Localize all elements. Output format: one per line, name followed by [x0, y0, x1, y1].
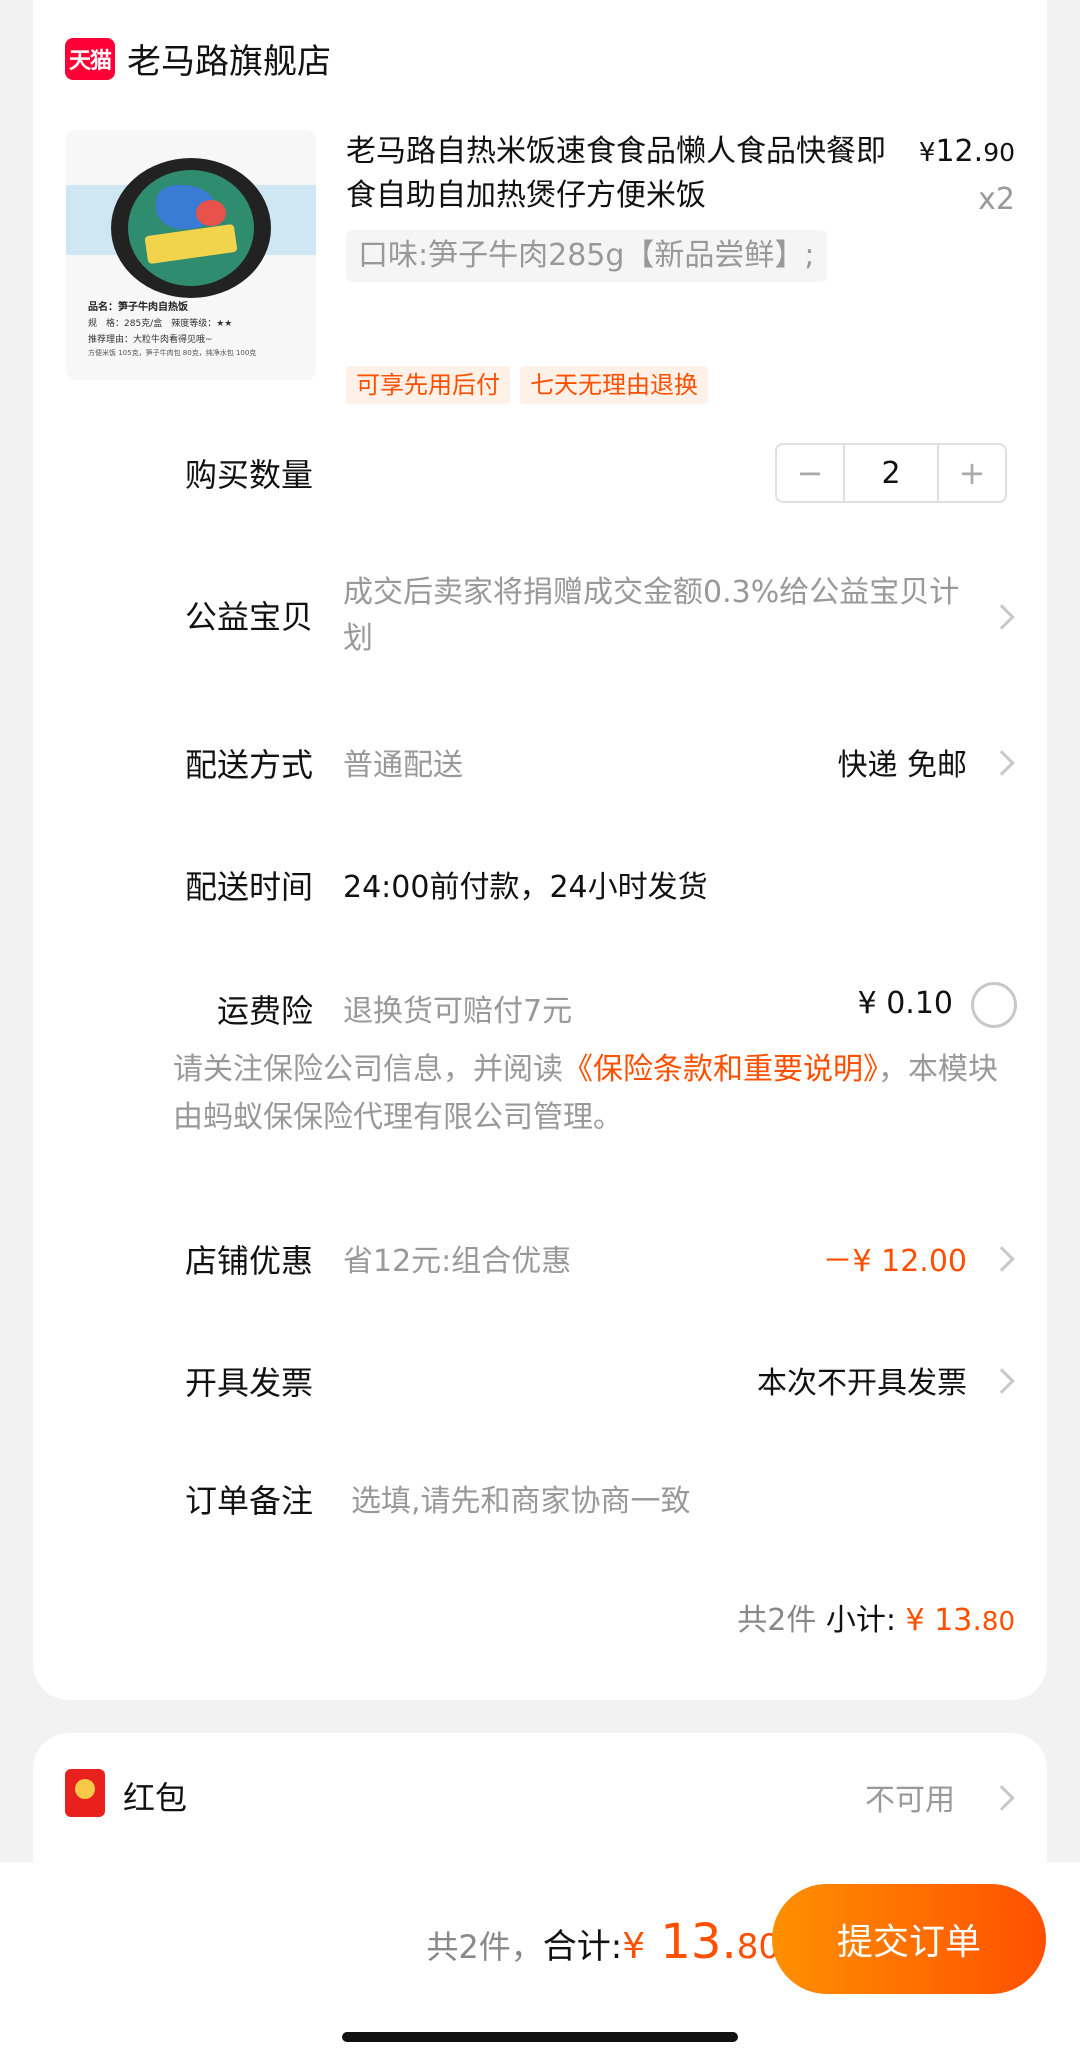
minus-button[interactable]: −: [777, 445, 843, 501]
product-title[interactable]: 老马路自热米饭速食食品懒人食品快餐即食自助自加热煲仔方便米饭: [346, 130, 906, 218]
chevron-right-icon: [989, 750, 1015, 776]
sku-label[interactable]: 口味:笋子牛肉285g【新品尝鲜】;: [346, 230, 827, 282]
chevron-right-icon: [989, 1246, 1015, 1272]
product-quantity: x2: [978, 182, 1015, 217]
chevron-right-icon: [989, 1785, 1015, 1811]
charity-label: 公益宝贝: [184, 598, 313, 636]
checkout-bar: 共2件，合计:¥ 13.80 提交订单: [0, 1862, 1080, 2058]
delivery-right: 快递 免邮: [837, 748, 967, 783]
thumb-text-contents: 方便米饭 105克，笋子牛肉包 80克，纯净水包 100克: [88, 349, 257, 357]
red-packet-status: 不可用: [865, 1783, 955, 1818]
order-card: 天猫 老马路旗舰店 品名：笋子牛肉自热饭 规 格：285克/盒 辣度等级：★★ …: [33, 0, 1047, 1700]
delivery-label: 配送方式: [184, 746, 313, 784]
insurance-label: 运费险: [216, 992, 313, 1030]
tmall-logo: 天猫: [65, 37, 115, 80]
tag-pay-later: 可享先用后付: [346, 366, 510, 404]
discount-amount: －¥ 12.00: [822, 1244, 967, 1279]
submit-order-button[interactable]: 提交订单: [772, 1884, 1046, 1994]
chevron-right-icon: [989, 1368, 1015, 1394]
insurance-terms-link[interactable]: 《保险条款和重要说明》: [563, 1052, 878, 1087]
delivery-value: 普通配送: [343, 748, 463, 783]
insurance-notice: 请关注保险公司信息，并阅读《保险条款和重要说明》，本模块由蚂蚁保保险代理有限公司…: [173, 1052, 998, 1135]
home-indicator[interactable]: [342, 2032, 738, 2042]
store-name: 老马路旗舰店: [127, 42, 331, 82]
store-header[interactable]: 天猫 老马路旗舰店: [65, 34, 331, 83]
charity-value: 成交后卖家将捐赠成交金额0.3%给公益宝贝计划: [343, 575, 960, 656]
thumb-text-reason: 推荐理由：大粒牛肉看得见哦~: [88, 335, 213, 345]
remark-input[interactable]: 选填,请先和商家协商一致: [351, 1476, 691, 1520]
invoice-label: 开具发票: [184, 1364, 313, 1402]
remark-label: 订单备注: [184, 1482, 313, 1520]
red-packet-icon: [65, 1769, 105, 1817]
insurance-radio[interactable]: [971, 982, 1017, 1028]
delivery-time-value: 24:00前付款，24小时发货: [343, 870, 708, 905]
discount-value: 省12元:组合优惠: [343, 1244, 572, 1279]
tag-seven-day-return: 七天无理由退换: [520, 366, 708, 404]
product-price: ¥12.90: [918, 134, 1015, 169]
invoice-value: 本次不开具发票: [757, 1366, 967, 1401]
thumb-text-spec: 规 格：285克/盒 辣度等级：★★: [88, 319, 233, 329]
quantity-label: 购买数量: [184, 456, 313, 494]
subtotal: 共2件 小计: ¥ 13.80: [737, 1603, 1015, 1638]
service-tags: 可享先用后付 七天无理由退换: [346, 366, 708, 404]
plus-button[interactable]: +: [939, 445, 1005, 501]
total-amount: 共2件，合计:¥ 13.80: [426, 1914, 780, 1970]
insurance-value: 退换货可赔付7元: [343, 994, 573, 1029]
delivery-time-label: 配送时间: [184, 868, 313, 906]
product-image[interactable]: 品名：笋子牛肉自热饭 规 格：285克/盒 辣度等级：★★ 推荐理由：大粒牛肉看…: [66, 130, 316, 380]
discount-label: 店铺优惠: [184, 1242, 313, 1280]
quantity-stepper[interactable]: − 2 +: [775, 443, 1007, 503]
chevron-right-icon: [989, 604, 1015, 630]
insurance-price: ¥ 0.10: [857, 986, 953, 1021]
red-packet-label: 红包: [123, 1779, 188, 1817]
quantity-input[interactable]: 2: [843, 445, 939, 501]
thumb-text-name: 品名：笋子牛肉自热饭: [88, 302, 188, 313]
